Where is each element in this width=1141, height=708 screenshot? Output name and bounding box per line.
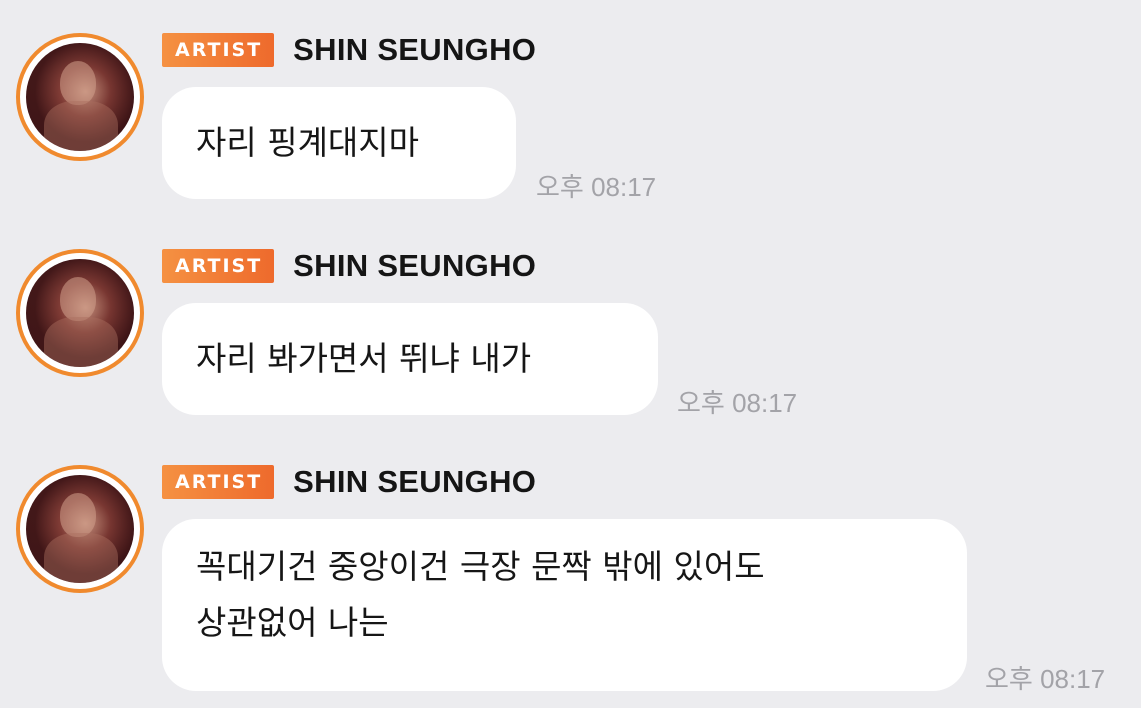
avatar[interactable] — [16, 33, 144, 161]
message-text: 자리 봐가면서 뛰냐 내가 — [196, 339, 532, 378]
message-timestamp: 오후 08:17 — [536, 172, 657, 202]
message-text: 자리 핑계대지마 — [196, 123, 420, 162]
artist-badge: ARTIST — [162, 33, 275, 67]
message-text-line: 꼭대기건 중앙이건 극장 문짝 밖에 있어도 — [196, 547, 765, 586]
message-header: ARTIST SHIN SEUNGHO — [162, 464, 536, 500]
chat-message: ARTIST SHIN SEUNGHO 자리 봐가면서 뛰냐 내가 오후 08:… — [0, 248, 1141, 424]
message-timestamp: 오후 08:17 — [985, 664, 1106, 694]
sender-name[interactable]: SHIN SEUNGHO — [293, 248, 536, 284]
message-timestamp: 오후 08:17 — [677, 388, 798, 418]
message-text-line: 상관없어 나는 — [196, 603, 389, 642]
avatar[interactable] — [16, 465, 144, 593]
message-bubble[interactable]: 자리 핑계대지마 — [162, 87, 516, 199]
chat-message: ARTIST SHIN SEUNGHO 꼭대기건 중앙이건 극장 문짝 밖에 있… — [0, 464, 1141, 695]
artist-badge: ARTIST — [162, 465, 275, 499]
message-header: ARTIST SHIN SEUNGHO — [162, 32, 536, 68]
artist-profile-photo — [26, 475, 134, 583]
message-bubble[interactable]: 자리 봐가면서 뛰냐 내가 — [162, 303, 658, 415]
artist-profile-photo — [26, 43, 134, 151]
chat-message: ARTIST SHIN SEUNGHO 자리 핑계대지마 오후 08:17 — [0, 32, 1141, 208]
message-header: ARTIST SHIN SEUNGHO — [162, 248, 536, 284]
artist-profile-photo — [26, 259, 134, 367]
message-bubble[interactable]: 꼭대기건 중앙이건 극장 문짝 밖에 있어도 상관없어 나는 — [162, 519, 967, 691]
avatar[interactable] — [16, 249, 144, 377]
sender-name[interactable]: SHIN SEUNGHO — [293, 464, 536, 500]
sender-name[interactable]: SHIN SEUNGHO — [293, 32, 536, 68]
artist-badge: ARTIST — [162, 249, 275, 283]
